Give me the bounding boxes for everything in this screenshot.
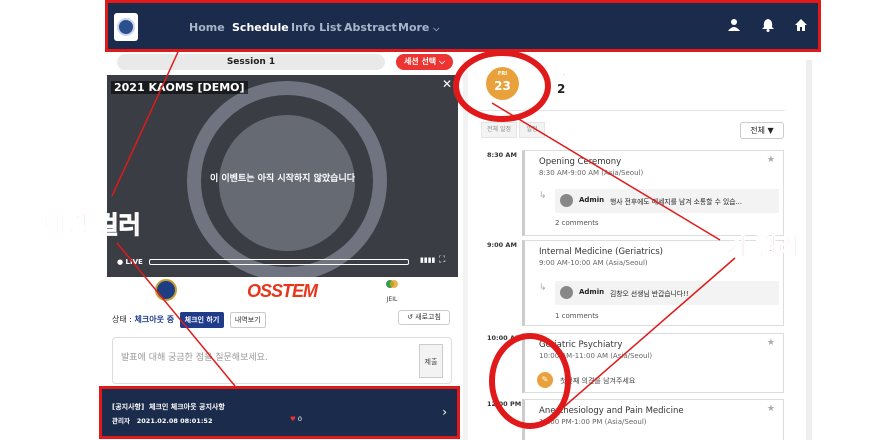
status-row: 상태 : 체크아웃 중 체크인 하기 내역보기 bbox=[112, 312, 266, 328]
user-icon[interactable] bbox=[727, 18, 741, 36]
right-scrollbar[interactable] bbox=[806, 60, 812, 440]
schedule-title: Anesthesiology and Pain Medicine bbox=[539, 406, 684, 416]
chevron-right-icon[interactable]: › bbox=[442, 405, 447, 419]
first-comment-prompt[interactable]: 첫번째 의견을 남겨주세요 bbox=[560, 376, 635, 386]
refresh-button[interactable]: ↺ 새로고침 bbox=[398, 310, 450, 325]
nav-schedule[interactable]: Schedule bbox=[232, 21, 289, 34]
sponsor-seal-logo bbox=[155, 279, 177, 301]
annotation-bg-color: 배경 컬러 bbox=[44, 211, 142, 240]
notice-date: 2021.02.08 08:01:52 bbox=[136, 417, 213, 425]
question-placeholder: 발표에 대해 궁금한 점을 질문해보세요. bbox=[121, 353, 268, 363]
submit-button[interactable]: 제출 bbox=[419, 344, 443, 378]
osstem-logo: OSSTEM bbox=[247, 281, 318, 301]
comment-author: Admin bbox=[579, 196, 605, 204]
comments-link[interactable]: 1 comments bbox=[555, 312, 599, 320]
schedule-title: Geriatric Psychiatry bbox=[539, 340, 623, 350]
comment-preview[interactable]: Admin 행사 전후에도 메세지를 남겨 소통할 수 있습... bbox=[555, 189, 779, 213]
date-day-of-week: FRI bbox=[497, 71, 508, 77]
date-badge[interactable]: FRI 23 bbox=[486, 67, 519, 100]
session-select-label: 세션 선택 bbox=[403, 57, 437, 66]
comment-text: 김창오 선생님 반갑습니다!! bbox=[610, 290, 689, 298]
schedule-title: Internal Medicine (Geriatrics) bbox=[539, 247, 663, 257]
pencil-icon[interactable]: ✎ bbox=[537, 372, 553, 388]
nav-home[interactable]: Home bbox=[189, 21, 225, 34]
nav-more[interactable]: More ⌵ bbox=[398, 21, 439, 34]
fullscreen-icon[interactable]: ⛶ bbox=[439, 255, 445, 265]
live-indicator: ● LIVE bbox=[117, 258, 143, 266]
schedule-time: 12:00 PM bbox=[487, 400, 522, 408]
refresh-label: 새로고침 bbox=[415, 313, 441, 321]
home-icon[interactable] bbox=[794, 18, 808, 36]
comment-preview[interactable]: Admin 김창오 선생님 반갑습니다!! bbox=[555, 281, 779, 305]
nav-info-list[interactable]: Info List bbox=[291, 21, 342, 34]
comments-link[interactable]: 2 comments bbox=[555, 219, 599, 227]
jeil-logo: JEIL bbox=[377, 277, 407, 303]
star-icon[interactable]: ★ bbox=[767, 404, 775, 414]
video-title: 2021 KAOMS [DEMO] bbox=[111, 81, 248, 94]
left-scrollbar[interactable] bbox=[463, 60, 468, 440]
schedule-time: 10:00 AM bbox=[487, 334, 522, 342]
close-icon[interactable]: ✕ bbox=[442, 77, 452, 91]
nav-more-label: More bbox=[398, 21, 430, 34]
status-value: 체크아웃 중 bbox=[134, 315, 175, 324]
chevron-down-icon: ⌵ bbox=[438, 57, 446, 66]
avatar bbox=[560, 286, 573, 299]
filter-tab-all-schedule[interactable]: 전체 일정 bbox=[481, 122, 517, 138]
notice-likes: ♥ 0 bbox=[290, 415, 302, 423]
avatar bbox=[560, 194, 573, 207]
filter-tab-schedule[interactable]: 일정 bbox=[519, 122, 545, 138]
schedule-card-geriatric-psychiatry[interactable]: Geriatric Psychiatry 10:00 AM-11:00 AM (… bbox=[522, 333, 784, 393]
video-status-message: 이 이벤트는 아직 시작하지 않았습니다 bbox=[209, 174, 355, 184]
schedule-card-opening[interactable]: Opening Ceremony 8:30 AM-9:00 AM (Asia/S… bbox=[522, 150, 784, 236]
top-nav-bar: Home Schedule Info List Abstract More ⌵ bbox=[105, 0, 821, 52]
star-icon[interactable]: ★ bbox=[767, 155, 775, 165]
schedule-time: 8:30 AM bbox=[487, 151, 517, 159]
status-label: 상태 : bbox=[112, 315, 132, 324]
date-right-number[interactable]: 2 bbox=[557, 82, 565, 96]
heart-icon: ♥ bbox=[290, 415, 296, 423]
comment-author: Admin bbox=[579, 288, 605, 296]
schedule-title: Opening Ceremony bbox=[539, 157, 622, 167]
star-icon[interactable]: ★ bbox=[767, 338, 775, 348]
checkin-button[interactable]: 체크인 하기 bbox=[179, 312, 225, 328]
question-input[interactable]: 발표에 대해 궁금한 점을 질문해보세요. 제출 bbox=[112, 337, 452, 384]
history-button[interactable]: 내역보기 bbox=[229, 312, 266, 328]
comment-text: 행사 전후에도 메세지를 남겨 소통할 수 있습... bbox=[610, 198, 743, 206]
reply-arrow-icon: ↳ bbox=[539, 283, 547, 293]
video-progress-bar[interactable] bbox=[149, 259, 409, 265]
jeil-emblem-icon bbox=[386, 280, 398, 288]
sponsor-logos: OSSTEM JEIL bbox=[107, 277, 458, 309]
chevron-down-icon: ⌵ bbox=[433, 24, 440, 33]
notice-author: 관리자 bbox=[112, 417, 130, 425]
schedule-range: 9:00 AM-10:00 AM (Asia/Seoul) bbox=[539, 259, 648, 267]
schedule-range: 10:00 AM-11:00 AM (Asia/Seoul) bbox=[539, 352, 653, 360]
volume-icon[interactable]: ▮▮▮▮ bbox=[420, 256, 435, 264]
reply-arrow-icon: ↳ bbox=[539, 191, 547, 201]
video-player[interactable]: 2021 KAOMS [DEMO] ✕ 이 이벤트는 아직 시작하지 않았습니다… bbox=[107, 75, 458, 277]
filter-all-dropdown[interactable]: 전체 ▼ bbox=[740, 122, 784, 139]
bell-icon[interactable] bbox=[761, 18, 775, 36]
notice-title: [공지사항] 체크인 체크아웃 공지사항 bbox=[112, 402, 225, 412]
notice-banner[interactable]: [공지사항] 체크인 체크아웃 공지사항 관리자 2021.02.08 08:0… bbox=[99, 386, 460, 439]
notice-title-text: 체크인 체크아웃 공지사항 bbox=[149, 403, 225, 411]
date-day-number: 23 bbox=[494, 79, 511, 93]
nav-abstract[interactable]: Abstract bbox=[344, 21, 397, 34]
notice-like-count: 0 bbox=[297, 415, 303, 423]
schedule-range: 12:00 PM-1:00 PM (Asia/Seoul) bbox=[539, 418, 647, 426]
schedule-time: 9:00 AM bbox=[487, 241, 517, 249]
divider bbox=[480, 110, 785, 111]
session-select-button[interactable]: 세션 선택 ⌵ bbox=[396, 54, 453, 70]
session-label: Session 1 bbox=[117, 54, 385, 70]
notice-tag: [공지사항] bbox=[112, 403, 145, 411]
schedule-range: 8:30 AM-9:00 AM (Asia/Seoul) bbox=[539, 169, 644, 177]
jeil-label: JEIL bbox=[386, 296, 398, 303]
live-label: LIVE bbox=[125, 258, 143, 266]
schedule-card-anesthesiology[interactable]: Anesthesiology and Pain Medicine 12:00 P… bbox=[522, 399, 784, 440]
kaoms-logo[interactable] bbox=[114, 13, 138, 41]
notice-meta: 관리자 2021.02.08 08:01:52 bbox=[112, 415, 212, 425]
date-right-label: · bbox=[563, 72, 565, 79]
annotation-key-color: 키 컬러 bbox=[725, 233, 801, 262]
